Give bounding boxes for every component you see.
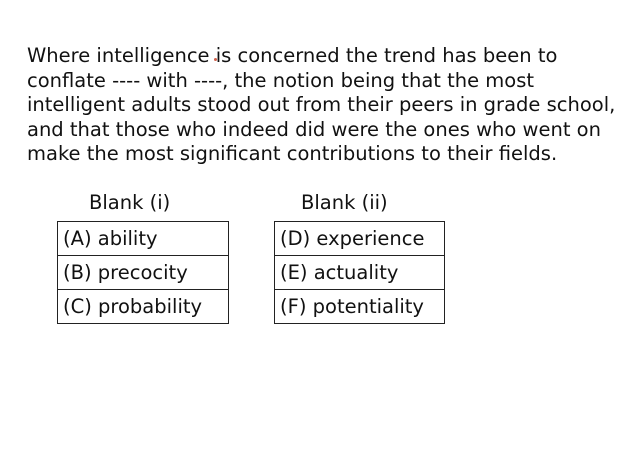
blank-i-group: Blank (i) (A) ability (B) precocity (C) … (57, 190, 229, 324)
table-row: (F) potentiality (274, 289, 445, 324)
question-passage: Where intelligence is concerned the tren… (27, 44, 616, 167)
blank-i-options-table: (A) ability (B) precocity (C) probabilit… (57, 221, 229, 324)
table-row: (C) probability (57, 289, 229, 324)
passage-line: intelligent adults stood out from their … (27, 93, 616, 116)
passage-line: Where intelligence is concerned the tren… (27, 44, 558, 67)
passage-line: make the most significant contributions … (27, 142, 558, 165)
passage-line: and that those who indeed did were the o… (27, 117, 601, 141)
option-d[interactable]: (D) experience (274, 221, 445, 256)
table-row: (E) actuality (274, 255, 445, 290)
blank-ii-options-table: (D) experience (E) actuality (F) potenti… (274, 221, 445, 324)
option-f[interactable]: (F) potentiality (274, 289, 445, 324)
option-a[interactable]: (A) ability (57, 221, 229, 256)
table-row: (D) experience (274, 221, 445, 256)
mouse-cursor-dot (214, 58, 217, 61)
blank-ii-title: Blank (ii) (301, 191, 388, 214)
blank-ii-group: Blank (ii) (D) experience (E) actuality … (274, 190, 445, 324)
option-b[interactable]: (B) precocity (57, 255, 229, 290)
table-row: (A) ability (57, 221, 229, 256)
option-c[interactable]: (C) probability (57, 289, 229, 324)
blank-i-title: Blank (i) (89, 191, 171, 214)
option-e[interactable]: (E) actuality (274, 255, 445, 290)
passage-line: conflate ---- with ----, the notion bein… (27, 68, 535, 92)
table-row: (B) precocity (57, 255, 229, 290)
